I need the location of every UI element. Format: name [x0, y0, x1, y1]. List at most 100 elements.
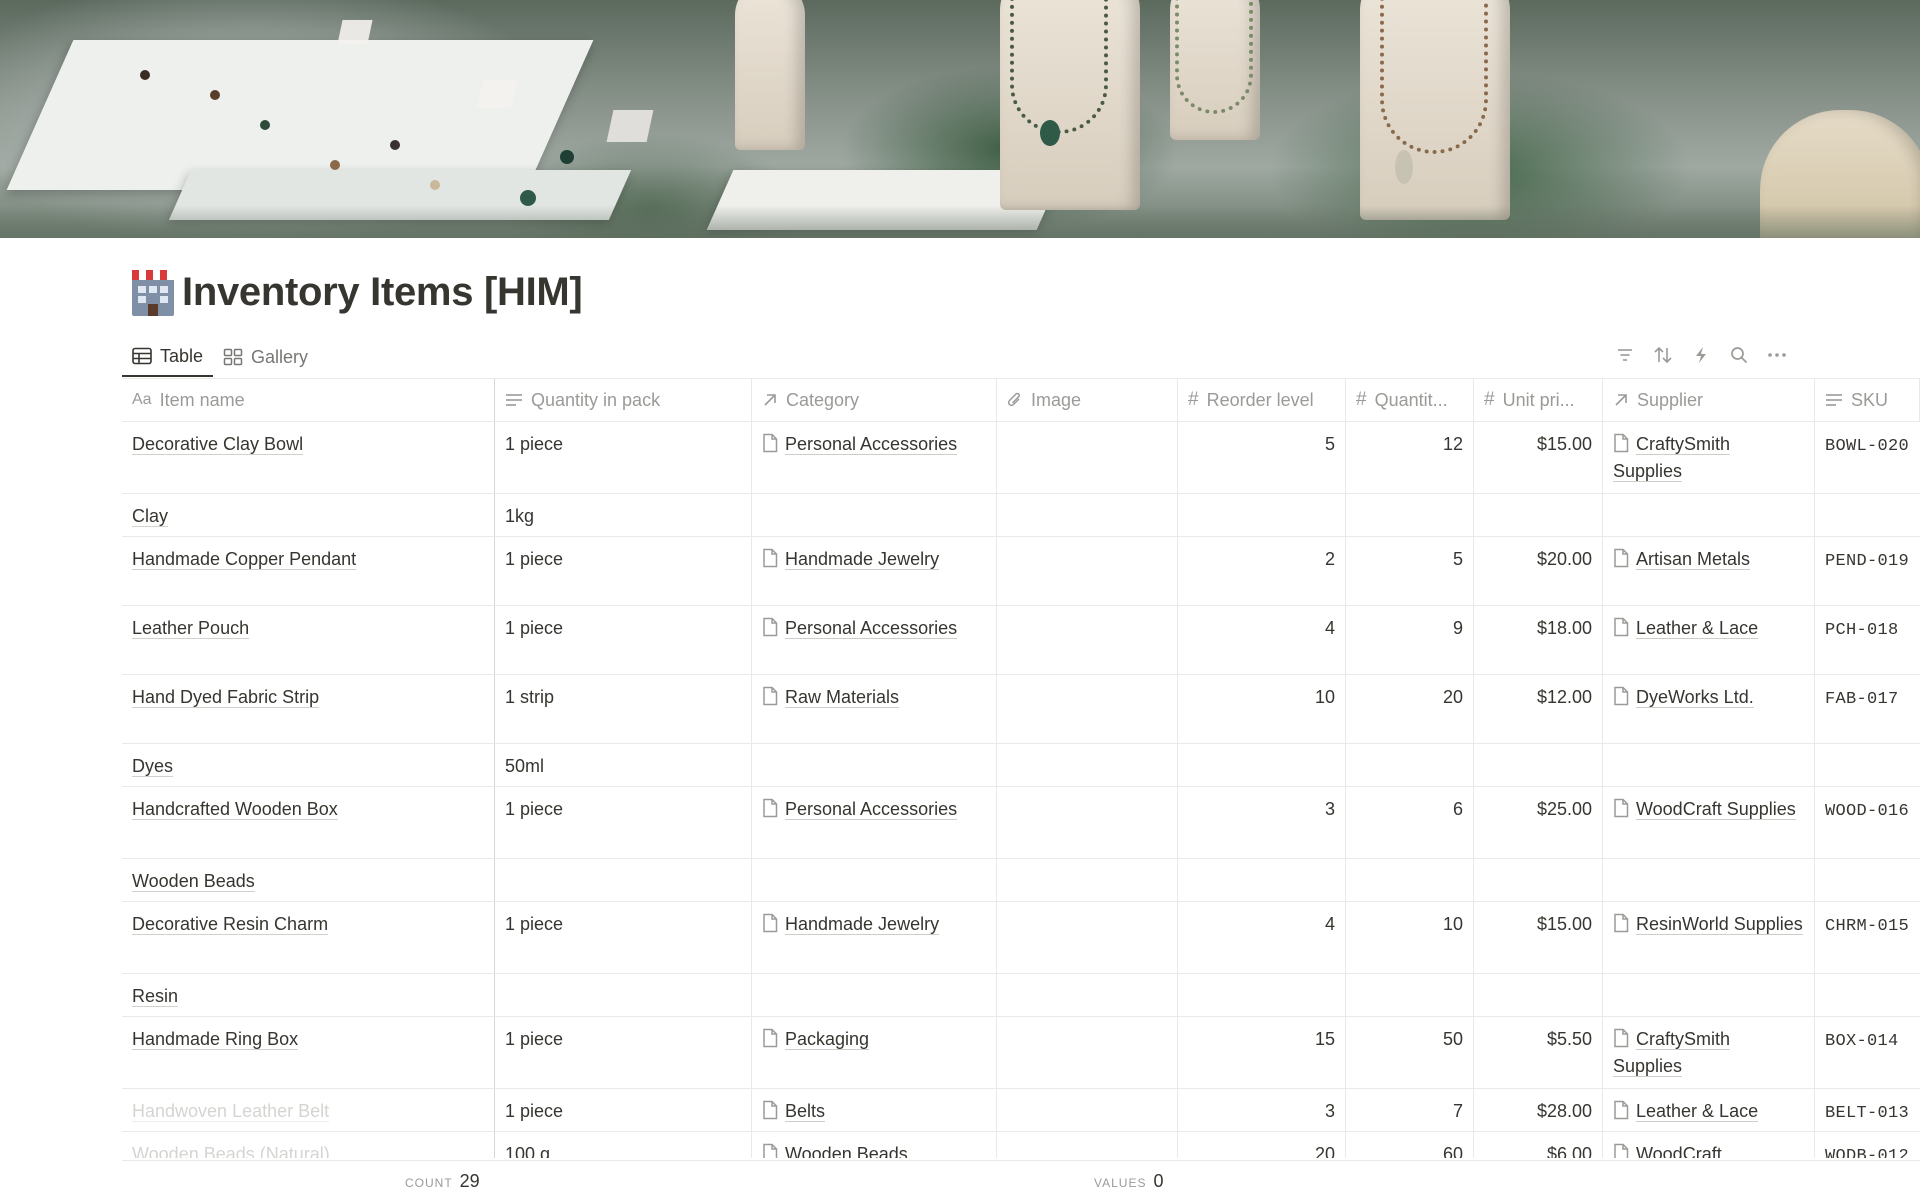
- cell-supplier[interactable]: DyeWorks Ltd.: [1603, 675, 1815, 743]
- cell-image[interactable]: [997, 1089, 1178, 1131]
- tab-table[interactable]: Table: [122, 337, 214, 377]
- cell-quantity[interactable]: [1346, 974, 1474, 1016]
- supplier-relation[interactable]: Leather & Lace: [1613, 617, 1759, 639]
- supplier-link[interactable]: CraftySmith Supplies: [1613, 434, 1731, 482]
- cell-reorder[interactable]: 15: [1178, 1017, 1346, 1088]
- cell-qty_pack[interactable]: 50ml: [495, 744, 752, 786]
- cell-quantity[interactable]: 6: [1346, 787, 1474, 858]
- cell-unit_price[interactable]: $25.00: [1474, 787, 1603, 858]
- table-row[interactable]: Handmade Ring Box 1 piece Packaging 15 50 $5.…: [122, 1017, 1920, 1089]
- table-row[interactable]: Decorative Resin Charm 1 piece Handmade Je…: [122, 902, 1920, 974]
- cell-quantity[interactable]: 50: [1346, 1017, 1474, 1088]
- column-header-5[interactable]: # Quantit...: [1346, 379, 1474, 421]
- cell-supplier[interactable]: WoodCraft: [1603, 1132, 1815, 1158]
- filter-button[interactable]: [1606, 340, 1644, 370]
- cell-qty_pack[interactable]: 1kg: [495, 494, 752, 536]
- cell-qty_pack[interactable]: 1 strip: [495, 675, 752, 743]
- category-link[interactable]: Personal Accessories: [785, 434, 958, 455]
- cell-name[interactable]: Handmade Ring Box: [122, 1017, 495, 1088]
- cell-sku[interactable]: [1815, 974, 1920, 1016]
- cell-image[interactable]: [997, 494, 1178, 536]
- cell-qty_pack[interactable]: 100 g: [495, 1132, 752, 1158]
- cell-quantity[interactable]: 9: [1346, 606, 1474, 674]
- category-link[interactable]: Wooden Beads: [785, 1144, 908, 1158]
- cell-unit_price[interactable]: [1474, 859, 1603, 901]
- table-row[interactable]: Hand Dyed Fabric Strip 1 strip Raw Materia…: [122, 675, 1920, 744]
- supplier-relation[interactable]: ResinWorld Supplies: [1613, 913, 1803, 935]
- item-name[interactable]: Wooden Beads (Natural): [132, 1144, 330, 1158]
- cell-sku[interactable]: WODB-012: [1815, 1132, 1920, 1158]
- cell-sku[interactable]: BOWL-020: [1815, 422, 1920, 493]
- cell-supplier[interactable]: [1603, 494, 1815, 536]
- department-store-icon[interactable]: [126, 266, 180, 318]
- cell-name[interactable]: Resin: [122, 974, 495, 1016]
- cell-qty_pack[interactable]: 1 piece: [495, 1017, 752, 1088]
- cell-qty_pack[interactable]: [495, 859, 752, 901]
- cell-qty_pack[interactable]: [495, 974, 752, 1016]
- sort-button[interactable]: [1644, 340, 1682, 370]
- cell-reorder[interactable]: 4: [1178, 606, 1346, 674]
- cell-unit_price[interactable]: $28.00: [1474, 1089, 1603, 1131]
- column-header-3[interactable]: Image: [997, 379, 1178, 421]
- cell-name[interactable]: Handwoven Leather Belt: [122, 1089, 495, 1131]
- category-link[interactable]: Packaging: [785, 1029, 870, 1050]
- supplier-relation[interactable]: CraftySmith Supplies: [1613, 433, 1731, 482]
- cell-image[interactable]: [997, 606, 1178, 674]
- cell-reorder[interactable]: [1178, 494, 1346, 536]
- cell-image[interactable]: [997, 422, 1178, 493]
- cell-supplier[interactable]: Leather & Lace: [1603, 1089, 1815, 1131]
- cell-unit_price[interactable]: [1474, 974, 1603, 1016]
- cell-qty_pack[interactable]: 1 piece: [495, 902, 752, 973]
- item-name[interactable]: Hand Dyed Fabric Strip: [132, 687, 320, 708]
- cell-unit_price[interactable]: [1474, 494, 1603, 536]
- cell-reorder[interactable]: 3: [1178, 787, 1346, 858]
- cell-quantity[interactable]: 5: [1346, 537, 1474, 605]
- supplier-link[interactable]: WoodCraft Supplies: [1636, 799, 1796, 820]
- cell-supplier[interactable]: [1603, 974, 1815, 1016]
- cell-image[interactable]: [997, 974, 1178, 1016]
- supplier-relation[interactable]: CraftySmith Supplies: [1613, 1028, 1731, 1077]
- cell-quantity[interactable]: [1346, 859, 1474, 901]
- cell-category[interactable]: Personal Accessories: [752, 422, 997, 493]
- cell-supplier[interactable]: Leather & Lace: [1603, 606, 1815, 674]
- item-name[interactable]: Clay: [132, 506, 169, 527]
- cell-image[interactable]: [997, 859, 1178, 901]
- cell-supplier[interactable]: Artisan Metals: [1603, 537, 1815, 605]
- cell-supplier[interactable]: WoodCraft Supplies: [1603, 787, 1815, 858]
- cell-category[interactable]: Personal Accessories: [752, 787, 997, 858]
- category-relation[interactable]: Personal Accessories: [762, 433, 958, 455]
- cell-supplier[interactable]: CraftySmith Supplies: [1603, 1017, 1815, 1088]
- table-row[interactable]: Wooden Beads: [122, 859, 1920, 902]
- automation-button[interactable]: [1682, 340, 1720, 370]
- supplier-relation[interactable]: WoodCraft: [1613, 1143, 1722, 1158]
- cell-sku[interactable]: FAB-017: [1815, 675, 1920, 743]
- supplier-relation[interactable]: WoodCraft Supplies: [1613, 798, 1796, 820]
- cell-image[interactable]: [997, 537, 1178, 605]
- cell-quantity[interactable]: 60: [1346, 1132, 1474, 1158]
- supplier-link[interactable]: Leather & Lace: [1636, 618, 1759, 639]
- more-button[interactable]: [1758, 340, 1796, 370]
- cell-sku[interactable]: [1815, 744, 1920, 786]
- cell-name[interactable]: Dyes: [122, 744, 495, 786]
- column-header-2[interactable]: Category: [752, 379, 997, 421]
- supplier-link[interactable]: Artisan Metals: [1636, 549, 1751, 570]
- cell-name[interactable]: Handmade Copper Pendant: [122, 537, 495, 605]
- cell-reorder[interactable]: 5: [1178, 422, 1346, 493]
- column-header-6[interactable]: # Unit pri...: [1474, 379, 1603, 421]
- cell-category[interactable]: [752, 744, 997, 786]
- table-row[interactable]: Resin: [122, 974, 1920, 1017]
- item-name[interactable]: Handmade Copper Pendant: [132, 549, 357, 570]
- cell-qty_pack[interactable]: 1 piece: [495, 787, 752, 858]
- cell-image[interactable]: [997, 902, 1178, 973]
- cell-category[interactable]: [752, 974, 997, 1016]
- category-link[interactable]: Handmade Jewelry: [785, 549, 940, 570]
- cell-category[interactable]: Raw Materials: [752, 675, 997, 743]
- cell-qty_pack[interactable]: 1 piece: [495, 1089, 752, 1131]
- cell-name[interactable]: Wooden Beads: [122, 859, 495, 901]
- cell-unit_price[interactable]: $18.00: [1474, 606, 1603, 674]
- tab-gallery[interactable]: Gallery: [213, 337, 318, 377]
- cell-sku[interactable]: PCH-018: [1815, 606, 1920, 674]
- category-link[interactable]: Raw Materials: [785, 687, 900, 708]
- cell-name[interactable]: Leather Pouch: [122, 606, 495, 674]
- cell-category[interactable]: Packaging: [752, 1017, 997, 1088]
